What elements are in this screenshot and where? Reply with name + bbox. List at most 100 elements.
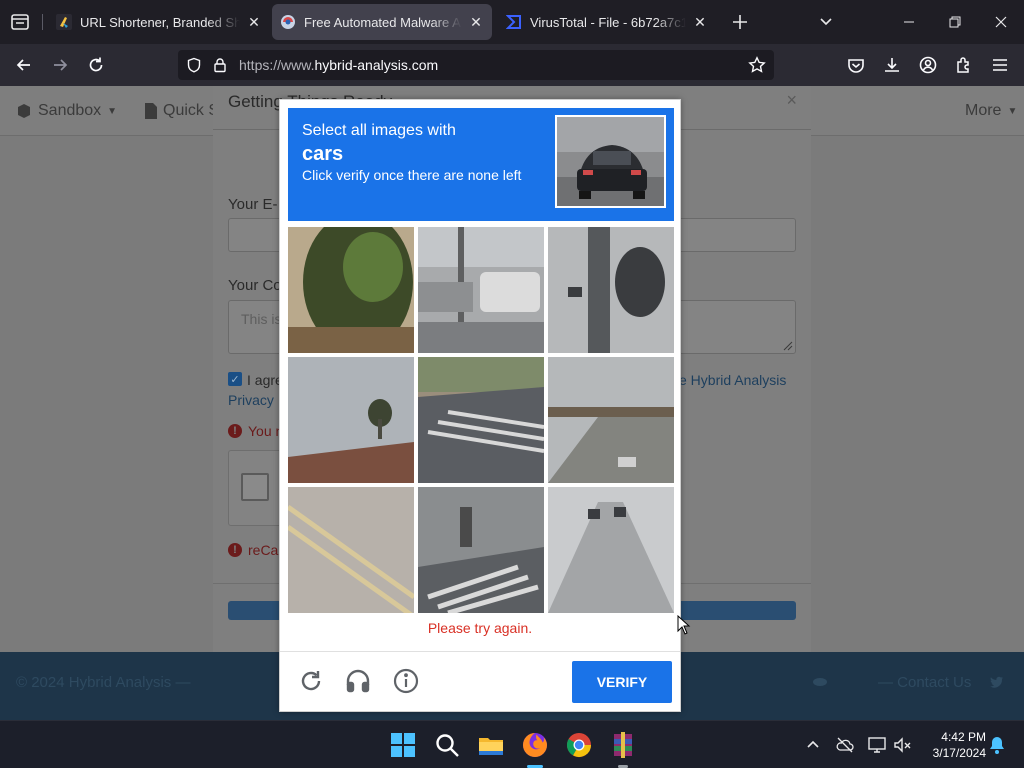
hybrid-analysis-favicon-icon	[280, 14, 296, 30]
bookmark-star-icon[interactable]	[748, 56, 766, 74]
url-text[interactable]: https://www.hybrid-analysis.com	[239, 57, 438, 73]
caret-down-icon: ▼	[107, 105, 118, 117]
close-tab-icon[interactable]: ✕	[468, 14, 484, 30]
file-icon	[145, 103, 157, 119]
search-icon[interactable]	[433, 731, 461, 759]
notification-bell-icon[interactable]	[987, 735, 1007, 755]
captcha-tile-7[interactable]	[288, 487, 414, 613]
close-window-button[interactable]	[978, 0, 1024, 44]
new-tab-plus-icon[interactable]	[730, 12, 750, 32]
nav-quick-scan[interactable]: Quick S	[145, 102, 219, 120]
error-icon: !	[228, 543, 242, 557]
volume-muted-icon[interactable]	[892, 735, 912, 755]
file-explorer-icon[interactable]	[477, 731, 505, 759]
nav-sandbox[interactable]: Sandbox ▼	[16, 102, 117, 120]
audio-headphones-icon[interactable]	[344, 667, 372, 695]
info-icon[interactable]	[392, 667, 420, 695]
captcha-error-message: Please try again.	[427, 620, 533, 636]
comment-placeholder: This is	[241, 311, 282, 327]
badge-icon	[813, 678, 827, 686]
captcha-tile-1[interactable]	[288, 227, 414, 353]
url-prefix: https://www.	[239, 57, 315, 73]
captcha-image-grid	[288, 227, 674, 613]
captcha-tile-3[interactable]	[548, 227, 674, 353]
restore-window-button[interactable]	[932, 0, 978, 44]
browser-tab-strip: URL Shortener, Branded Short Links ✕ Fre…	[0, 0, 1024, 44]
firefox-icon[interactable]	[521, 731, 549, 759]
hybrid-analysis-link[interactable]: e Hybrid Analysis	[679, 372, 786, 388]
pocket-icon[interactable]	[844, 53, 868, 77]
footer-contact-link[interactable]: — Contact Us	[878, 674, 971, 691]
menu-hamburger-icon[interactable]	[988, 53, 1012, 77]
captcha-tile-9[interactable]	[548, 487, 674, 613]
sample-car-image	[557, 117, 664, 206]
captcha-tile-5[interactable]	[418, 357, 544, 483]
captcha-prompt-banner: Select all images with cars Click verify…	[288, 108, 674, 221]
firefox-view-icon[interactable]	[8, 10, 32, 34]
comment-label: Your Co	[228, 277, 282, 294]
caret-down-icon: ▼	[1007, 105, 1018, 117]
nav-sandbox-label: Sandbox	[38, 102, 102, 119]
recaptcha-checkbox[interactable]	[241, 473, 269, 501]
resize-handle-icon[interactable]	[783, 341, 793, 351]
cube-icon	[18, 104, 30, 118]
winrar-icon[interactable]	[609, 731, 637, 759]
system-clock[interactable]: 4:42 PM 3/17/2024	[918, 729, 986, 761]
nav-more[interactable]: More ▼	[965, 102, 1017, 120]
privacy-link[interactable]: Privacy	[228, 392, 274, 408]
agree-checkbox[interactable]: ✓	[228, 372, 242, 386]
tile-road-lines-image	[288, 487, 414, 613]
captcha-instruction: Click verify once there are none left	[302, 167, 522, 183]
show-hidden-icons-chevron-icon[interactable]	[803, 735, 823, 755]
nav-more-label: More	[965, 102, 1002, 119]
nav-quick-label: Quick S	[163, 102, 220, 119]
tile-highway-image	[548, 357, 674, 483]
minimize-window-button[interactable]	[886, 0, 932, 44]
tile-crosswalk-image	[418, 357, 544, 483]
reload-button[interactable]	[84, 53, 108, 77]
image-captcha-challenge: Select all images with cars Click verify…	[279, 99, 681, 712]
captcha-target-object: cars	[302, 143, 344, 165]
tab-hybrid-analysis[interactable]: Free Automated Malware Analysis ✕	[272, 4, 492, 40]
forward-button[interactable]	[48, 53, 72, 77]
tab-title: Free Automated Malware Analysis	[304, 14, 462, 30]
error-message-1: ! You n	[228, 423, 283, 439]
close-tab-icon[interactable]: ✕	[246, 14, 262, 30]
email-label: Your E-	[228, 196, 278, 213]
refresh-icon[interactable]	[297, 667, 325, 695]
onedrive-cloud-icon[interactable]	[835, 735, 855, 755]
captcha-sample-image	[555, 115, 666, 208]
captcha-prompt-line: Select all images with	[302, 122, 456, 139]
tile-traffic-light-image	[548, 227, 674, 353]
close-tab-icon[interactable]: ✕	[692, 14, 708, 30]
captcha-footer-divider	[280, 651, 680, 652]
captcha-tile-8[interactable]	[418, 487, 544, 613]
list-all-tabs-chevron-icon[interactable]	[818, 14, 834, 30]
extensions-icon[interactable]	[952, 53, 976, 77]
twitter-icon[interactable]	[990, 675, 1004, 689]
windows-taskbar: 4:42 PM 3/17/2024	[0, 720, 1024, 768]
account-icon[interactable]	[916, 53, 940, 77]
agree-text: I agre	[247, 372, 283, 388]
captcha-tile-6[interactable]	[548, 357, 674, 483]
tab-virustotal[interactable]: VirusTotal - File - 6b72a7c1a346 ✕	[498, 4, 716, 40]
captcha-tile-4[interactable]	[288, 357, 414, 483]
tracking-protection-shield-icon[interactable]	[186, 57, 202, 73]
modal-close-icon[interactable]: ×	[786, 90, 797, 111]
network-monitor-icon[interactable]	[867, 735, 887, 755]
footer-copyright: © 2024 Hybrid Analysis —	[16, 674, 191, 691]
clock-time: 4:42 PM	[941, 730, 986, 744]
windows-start-icon[interactable]	[389, 731, 417, 759]
url-domain: hybrid-analysis.com	[314, 57, 439, 73]
chrome-icon[interactable]	[565, 731, 593, 759]
error-icon: !	[228, 424, 242, 438]
tab-url-shortener[interactable]: URL Shortener, Branded Short Links ✕	[48, 4, 270, 40]
downloads-icon[interactable]	[880, 53, 904, 77]
tab-title: VirusTotal - File - 6b72a7c1a346	[530, 14, 686, 30]
back-button[interactable]	[12, 53, 36, 77]
address-bar[interactable]: https://www.hybrid-analysis.com	[178, 50, 774, 80]
verify-button[interactable]: VERIFY	[572, 661, 672, 703]
captcha-tile-2[interactable]	[418, 227, 544, 353]
tile-road-cars-image	[548, 487, 674, 613]
lock-icon[interactable]	[212, 57, 228, 73]
